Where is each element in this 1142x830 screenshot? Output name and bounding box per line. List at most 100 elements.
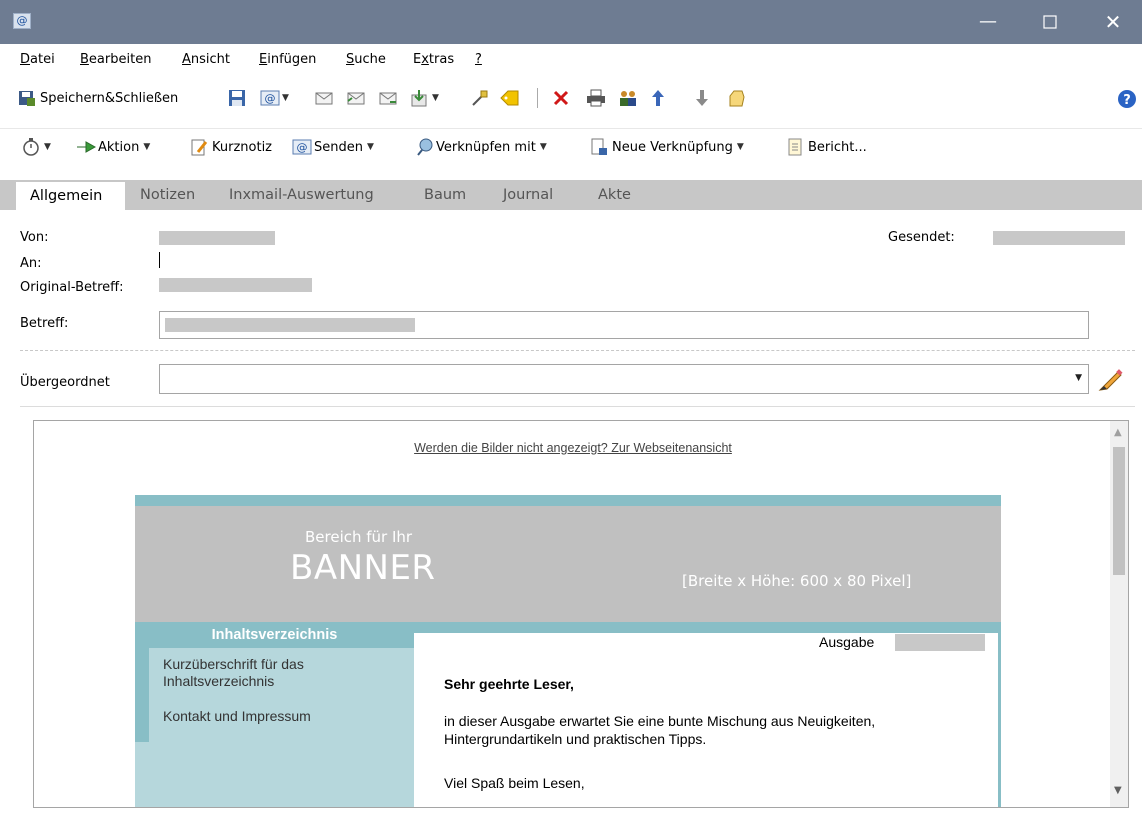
reply-all-button[interactable] (346, 84, 365, 112)
betreff-input[interactable] (159, 311, 1089, 339)
tab-allgemein[interactable]: Allgemein (16, 182, 125, 210)
forward-button[interactable] (378, 84, 397, 112)
chevron-down-icon[interactable]: ▼ (44, 142, 51, 152)
newsletter-content: Ausgabe Sehr geehrte Leser, in dieser Au… (414, 622, 1001, 807)
menu-einfuegen[interactable]: Einfügen (259, 52, 316, 67)
separator-dashed (20, 350, 1135, 351)
email-preview[interactable]: Werden die Bilder nicht angezeigt? Zur W… (33, 420, 1129, 808)
delete-button[interactable] (552, 84, 570, 112)
delete-x-icon (552, 89, 570, 107)
greeting: Sehr geehrte Leser, (444, 676, 574, 692)
previous-button[interactable] (650, 84, 668, 112)
menu-extras[interactable]: Extras (413, 52, 454, 67)
minimize-button[interactable]: — (965, 0, 1011, 44)
original-betreff-value-redacted (159, 278, 312, 292)
separator (20, 406, 1135, 407)
reply-button[interactable] (314, 84, 333, 112)
von-value-redacted (159, 231, 275, 245)
betreff-label: Betreff: (20, 316, 69, 331)
email-window: @ — ✕ Datei Bearbeiten Ansicht Einfügen … (0, 0, 1142, 830)
toc-item[interactable]: Kurzüberschrift für das Inhaltsverzeichn… (163, 656, 383, 690)
an-text-cursor[interactable] (159, 252, 160, 268)
link-with-button[interactable]: Verknüpfen mit ▼ (416, 133, 547, 161)
next-button[interactable] (694, 84, 712, 112)
menu-bar: Datei Bearbeiten Ansicht Einfügen Suche … (0, 50, 1142, 72)
scroll-down-icon[interactable]: ▼ (1114, 785, 1122, 796)
menu-bearbeiten[interactable]: Bearbeiten (80, 52, 151, 67)
chevron-down-icon[interactable]: ▼ (143, 142, 150, 152)
chevron-down-icon[interactable]: ▼ (367, 142, 374, 152)
menu-ansicht[interactable]: Ansicht (182, 52, 230, 67)
chevron-down-icon[interactable]: ▼ (540, 142, 547, 152)
save-button[interactable] (228, 84, 246, 112)
issue-label: Ausgabe (819, 634, 875, 650)
tab-baum[interactable]: Baum (424, 180, 466, 210)
envelope-reply-all-icon (346, 89, 365, 107)
attachment-button[interactable] (470, 84, 488, 112)
link-with-label: Verknüpfen mit (436, 139, 536, 155)
action-toolbar: ▼ Aktion ▼ Kurznotiz @ Senden ▼ Verknüpf… (0, 128, 1142, 164)
report-label: Bericht... (808, 139, 867, 155)
close-button[interactable]: ✕ (1090, 0, 1136, 44)
menu-help[interactable]: ? (475, 52, 482, 67)
send-button[interactable]: @ Senden ▼ (292, 133, 374, 161)
arrow-down-icon (694, 89, 712, 107)
envelope-reply-icon (314, 89, 333, 107)
svg-text:?: ? (1123, 93, 1131, 108)
vertical-scrollbar[interactable]: ▲ ▼ (1110, 421, 1128, 807)
original-betreff-label: Original-Betreff: (20, 280, 124, 295)
maximize-button[interactable] (1027, 0, 1073, 44)
action-button[interactable]: Aktion ▼ (76, 133, 150, 161)
banner-small-text: Bereich für Ihr (305, 528, 413, 546)
chevron-down-icon[interactable]: ▼ (432, 93, 439, 103)
scroll-up-icon[interactable]: ▲ (1114, 427, 1122, 438)
help-icon: ? (1117, 89, 1136, 108)
edit-pencil-icon[interactable] (1096, 366, 1124, 398)
hand-button[interactable] (726, 84, 745, 112)
quick-note-button[interactable]: Kurznotiz (190, 133, 272, 161)
email-send-button[interactable]: @ ▼ (260, 84, 289, 112)
arrow-up-icon (650, 89, 668, 107)
toc-heading: Inhaltsverzeichnis (135, 622, 414, 648)
webview-link[interactable]: Werden die Bilder nicht angezeigt? Zur W… (34, 441, 1112, 455)
intro-paragraph: in dieser Ausgabe erwartet Sie eine bunt… (444, 713, 876, 747)
report-button[interactable]: Bericht... (786, 133, 867, 161)
content-body: Ausgabe Sehr geehrte Leser, in dieser Au… (414, 633, 998, 807)
help-button[interactable]: ? (1117, 84, 1136, 112)
menu-suche[interactable]: Suche (346, 52, 386, 67)
svg-text:@: @ (265, 92, 276, 105)
download-button[interactable]: ▼ (410, 84, 439, 112)
print-button[interactable] (586, 84, 605, 112)
an-label: An: (20, 256, 42, 271)
stopwatch-icon (22, 138, 40, 156)
timer-button[interactable]: ▼ (22, 133, 51, 161)
svg-text:@: @ (297, 141, 308, 154)
users-button[interactable] (618, 84, 636, 112)
uebergeordnet-select[interactable]: ▼ (159, 364, 1089, 394)
chevron-down-icon[interactable]: ▼ (737, 142, 744, 152)
chevron-down-icon[interactable]: ▼ (1075, 373, 1082, 383)
tab-notizen[interactable]: Notizen (140, 180, 195, 210)
chevron-down-icon[interactable]: ▼ (282, 93, 289, 103)
tag-button[interactable] (500, 84, 519, 112)
von-label: Von: (20, 230, 49, 245)
newsletter-banner: Bereich für Ihr BANNER [Breite x Höhe: 6… (135, 506, 1001, 622)
inbox-download-icon (410, 89, 428, 107)
banner-dimensions-text: [Breite x Höhe: 600 x 80 Pixel] (682, 572, 912, 590)
save-close-label: Speichern&Schließen (40, 90, 179, 106)
tab-inxmail-auswertung[interactable]: Inxmail-Auswertung (229, 180, 374, 210)
users-icon (618, 89, 636, 107)
tab-akte[interactable]: Akte (598, 180, 631, 210)
scroll-thumb[interactable] (1113, 447, 1125, 575)
tab-journal[interactable]: Journal (503, 180, 553, 210)
menu-datei[interactable]: Datei (20, 52, 55, 67)
new-link-label: Neue Verknüpfung (612, 139, 733, 155)
save-close-button[interactable]: Speichern&Schließen (18, 84, 178, 112)
gesendet-label: Gesendet: (888, 230, 955, 245)
new-link-button[interactable]: Neue Verknüpfung ▼ (590, 133, 744, 161)
closing-paragraph: Viel Spaß beim Lesen, (444, 775, 585, 791)
main-toolbar: Speichern&Schließen @ ▼ ▼ ? (0, 84, 1142, 114)
envelope-forward-icon (378, 89, 397, 107)
toc-item[interactable]: Kontakt und Impressum (163, 708, 383, 725)
toc-list: Kurzüberschrift für das Inhaltsverzeichn… (135, 648, 414, 742)
